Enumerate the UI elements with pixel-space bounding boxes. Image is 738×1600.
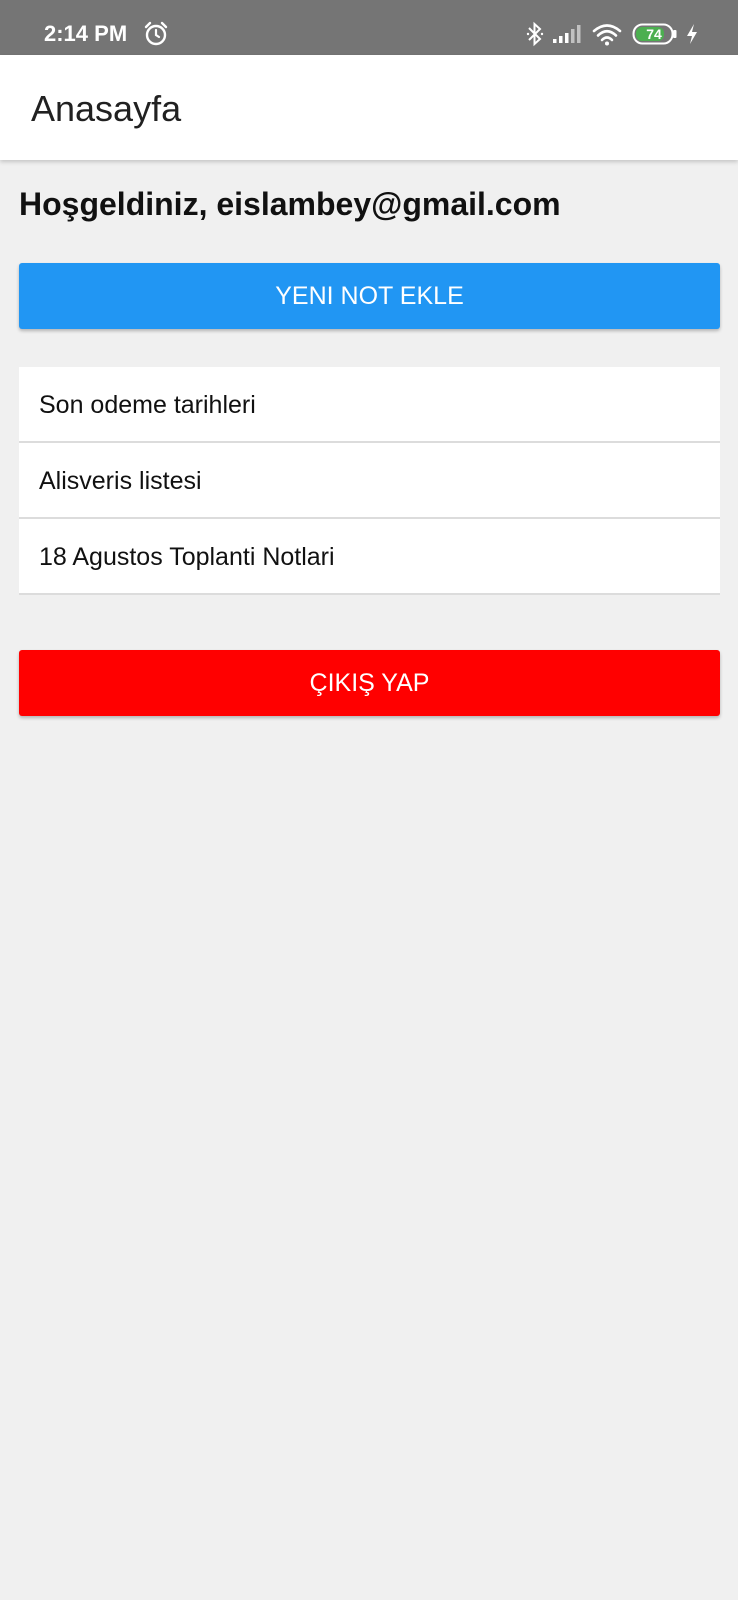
wifi-icon xyxy=(592,24,622,46)
note-item[interactable]: Son odeme tarihleri xyxy=(19,367,720,443)
note-list: Son odeme tarihleri Alisveris listesi 18… xyxy=(19,367,720,595)
battery-level: 74 xyxy=(646,26,662,42)
app-bar: Anasayfa xyxy=(0,55,738,160)
note-item[interactable]: 18 Agustos Toplanti Notlari xyxy=(19,519,720,595)
signal-icon xyxy=(553,25,581,43)
add-note-button[interactable]: YENI NOT EKLE xyxy=(19,263,720,329)
page-title: Anasayfa xyxy=(31,88,182,129)
charging-icon xyxy=(687,24,697,44)
note-item[interactable]: Alisveris listesi xyxy=(19,443,720,519)
logout-button[interactable]: ÇIKIŞ YAP xyxy=(19,650,720,716)
welcome-message: Hoşgeldiniz, eislambey@gmail.com xyxy=(19,186,561,222)
alarm-icon xyxy=(144,21,168,46)
status-bar: 2:14 PM 74 xyxy=(0,0,738,55)
status-time: 2:14 PM xyxy=(44,21,128,46)
bluetooth-icon xyxy=(526,21,544,47)
